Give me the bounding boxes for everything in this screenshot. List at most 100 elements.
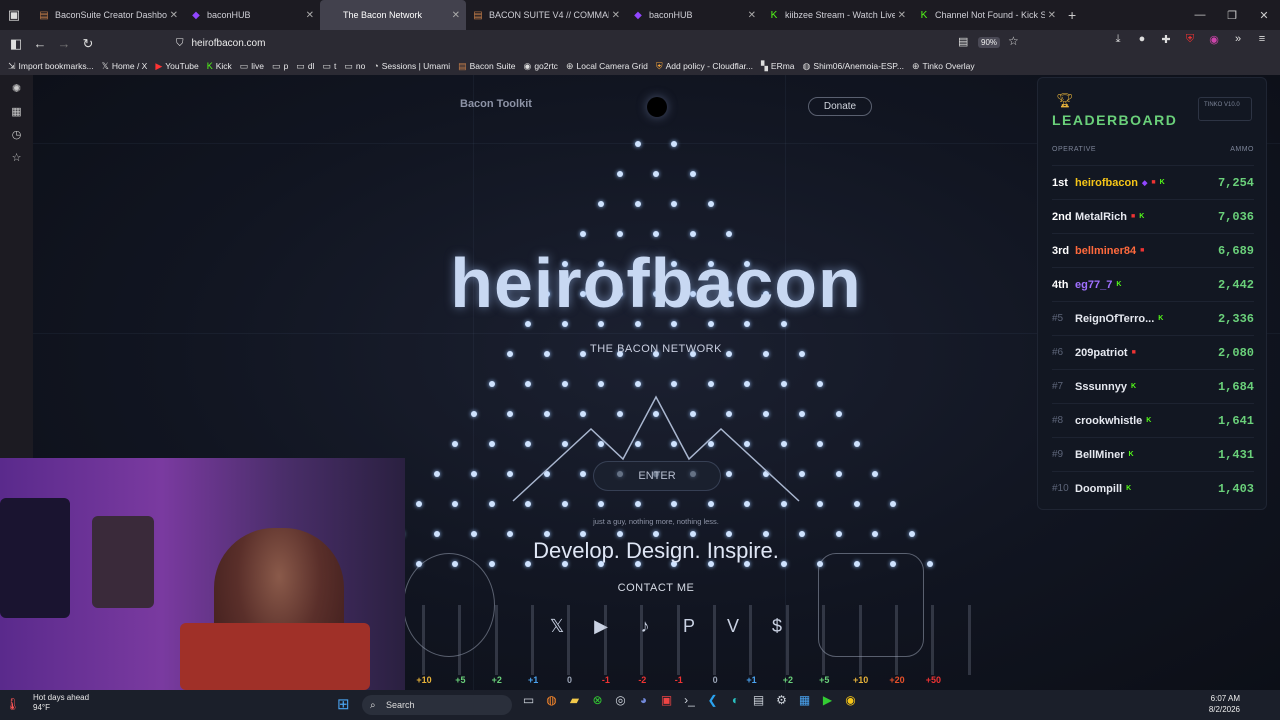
new-tab-button[interactable]: + (1068, 7, 1076, 23)
account-icon[interactable]: ● (1130, 33, 1154, 46)
leaderboard-row: #8 crookwhistle K 1,641 (1052, 403, 1254, 437)
close-tab-icon[interactable]: ✕ (748, 10, 756, 21)
bookmark-star-icon[interactable]: ☆ (1008, 34, 1019, 48)
bin-divider (494, 605, 498, 675)
webcam-shirt (180, 623, 370, 690)
maximize-icon[interactable]: ❐ (1216, 0, 1248, 30)
bookmark-item[interactable]: ▚ ERma (761, 61, 795, 72)
ai-chat-icon[interactable]: ✺ (0, 78, 33, 101)
tab-2[interactable]: The Bacon Network ✕ (320, 0, 466, 30)
tab-list-icon[interactable]: ▣ (2, 3, 26, 27)
webcam-monitor (0, 498, 70, 618)
taskbar-search[interactable]: ⌕ Search (362, 695, 512, 715)
vscode-icon[interactable]: ❮ (701, 693, 724, 707)
reload-icon[interactable]: ↻ (76, 32, 100, 56)
cashapp-icon[interactable]: $ (755, 616, 799, 637)
tab-6[interactable]: K Channel Not Found - Kick Strea✕ (912, 0, 1062, 30)
rank-label: #6 (1052, 347, 1064, 358)
bookmark-item[interactable]: ⊕ Local Camera Grid (566, 61, 648, 72)
tab-4[interactable]: ◆ baconHUB ✕ (626, 0, 762, 30)
bookmark-item[interactable]: ▶ YouTube (155, 61, 198, 72)
site-info-icon[interactable]: ⛉ (176, 38, 184, 49)
app-icon[interactable]: ▣ (655, 693, 678, 707)
youtube-icon[interactable]: ▶ (579, 616, 623, 637)
close-tab-icon[interactable]: ✕ (1048, 10, 1056, 21)
close-window-icon[interactable]: ✕ (1248, 0, 1280, 30)
bookmark-item[interactable]: ⊕ Tinko Overlay (912, 61, 975, 72)
tiktok-icon[interactable]: ♪ (623, 616, 667, 637)
start-icon[interactable]: ⊞ (337, 695, 350, 713)
venmo-icon[interactable]: V (711, 616, 755, 637)
bookmark-item[interactable]: ▭ p (272, 61, 288, 72)
back-icon[interactable]: ← (28, 32, 52, 56)
sidebar-toggle-icon[interactable]: ◧ (4, 32, 28, 56)
weather-widget[interactable]: Hot days ahead 94°F (33, 693, 89, 713)
url-text[interactable]: heirofbacon.com (192, 38, 266, 49)
bookmarks-icon[interactable]: ☆ (0, 147, 33, 170)
terminal-icon[interactable]: ›_ (678, 693, 701, 707)
bookmark-item[interactable]: ◔ Sessions | Umami (373, 61, 450, 71)
edge-icon[interactable]: ◐ (724, 693, 747, 707)
bookmark-item[interactable]: ⛨ Add policy - Cloudflar... (656, 61, 753, 72)
tab-0[interactable]: ▤ BaconSuite Creator Dashboard✕ (32, 0, 184, 30)
photos-icon[interactable]: ▦ (793, 693, 816, 707)
bookmark-item[interactable]: ◉ go2rtc (523, 61, 557, 72)
files-icon[interactable]: ▤ (747, 693, 770, 707)
chrome-icon[interactable]: ◉ (839, 693, 862, 707)
bookmark-item[interactable]: K Kick (207, 61, 232, 71)
brand-link[interactable]: Bacon Toolkit (460, 98, 532, 110)
bookmark-icon: K (206, 61, 213, 71)
x-icon[interactable]: 𝕏 (535, 616, 579, 637)
reader-view-icon[interactable]: ▤ (958, 35, 968, 48)
leaderboard-row: #7 Sssunnyy K 1,684 (1052, 369, 1254, 403)
bookmark-item[interactable]: ▭ dl (296, 61, 314, 72)
webcam-feed (0, 458, 405, 690)
forward-icon[interactable]: → (52, 32, 76, 56)
bookmark-item[interactable]: 𝕏 Home / X (102, 61, 148, 72)
bookmark-item[interactable]: ▭ live (240, 61, 264, 72)
zoom-level[interactable]: 90% (978, 37, 1001, 48)
enter-button[interactable]: ENTER (593, 461, 721, 491)
discord-icon[interactable]: ◕ (632, 693, 655, 707)
trophy-icon: 🏆︎ (1056, 92, 1074, 108)
tab-1[interactable]: ◆ baconHUB ✕ (184, 0, 320, 30)
extensions-icon[interactable]: ✚ (1154, 33, 1178, 46)
settings-icon[interactable]: ⚙ (770, 693, 793, 707)
donate-button[interactable]: Donate (808, 97, 872, 116)
paypal-icon[interactable]: P (667, 616, 711, 637)
bookmark-item[interactable]: ▭ no (344, 61, 365, 72)
ammo-value: 7,036 (1217, 209, 1254, 224)
bookmark-item[interactable]: ◍ Shim06/Anemoia-ESP... (803, 61, 904, 72)
file-explorer-icon[interactable]: ▰ (563, 693, 586, 707)
bookmark-item[interactable]: ▤ Bacon Suite (458, 61, 515, 72)
ammo-header: AMMO (1230, 146, 1254, 153)
peg-dot (689, 171, 696, 177)
bookmark-item[interactable]: ⇲ Import bookmarks... (8, 61, 94, 72)
overflow-icon[interactable]: » (1226, 33, 1250, 46)
ublock-icon[interactable]: ⛨ (1178, 33, 1202, 46)
history-icon[interactable]: ◷ (0, 124, 33, 147)
bookmark-label: YouTube (165, 61, 199, 71)
close-tab-icon[interactable]: ✕ (170, 10, 178, 21)
steam-icon[interactable]: ◎ (609, 693, 632, 707)
url-bar[interactable]: ⛉ heirofbacon.com (176, 33, 1028, 53)
clock[interactable]: 6:07 AM 8/2/2026 (1209, 693, 1240, 715)
tab-5[interactable]: Kkiibzee Stream - Watch Live ✕ (762, 0, 912, 30)
close-tab-icon[interactable]: ✕ (306, 10, 314, 21)
downloads-icon[interactable]: ⤓ (1106, 33, 1130, 46)
minimize-icon[interactable]: — (1184, 0, 1216, 30)
close-tab-icon[interactable]: ✕ (452, 10, 460, 21)
tab-3[interactable]: ▤ BACON SUITE V4 // COMMAND ✕ (466, 0, 626, 30)
menu-icon[interactable]: ≡ (1250, 33, 1274, 46)
firefox-icon[interactable]: ◍ (540, 693, 563, 707)
media-icon[interactable]: ▶ (816, 693, 839, 707)
task-view-icon[interactable]: ▭ (517, 693, 540, 707)
close-tab-icon[interactable]: ✕ (612, 10, 620, 21)
twitch-icon: ◆ (192, 9, 200, 21)
bookmark-item[interactable]: ▭ t (322, 61, 336, 72)
close-tab-icon[interactable]: ✕ (898, 10, 906, 21)
synced-tabs-icon[interactable]: ▦ (0, 101, 33, 124)
rank-label: #8 (1052, 415, 1064, 426)
extension-icon[interactable]: ◉ (1202, 33, 1226, 46)
xbox-icon[interactable]: ⊗ (586, 693, 609, 707)
